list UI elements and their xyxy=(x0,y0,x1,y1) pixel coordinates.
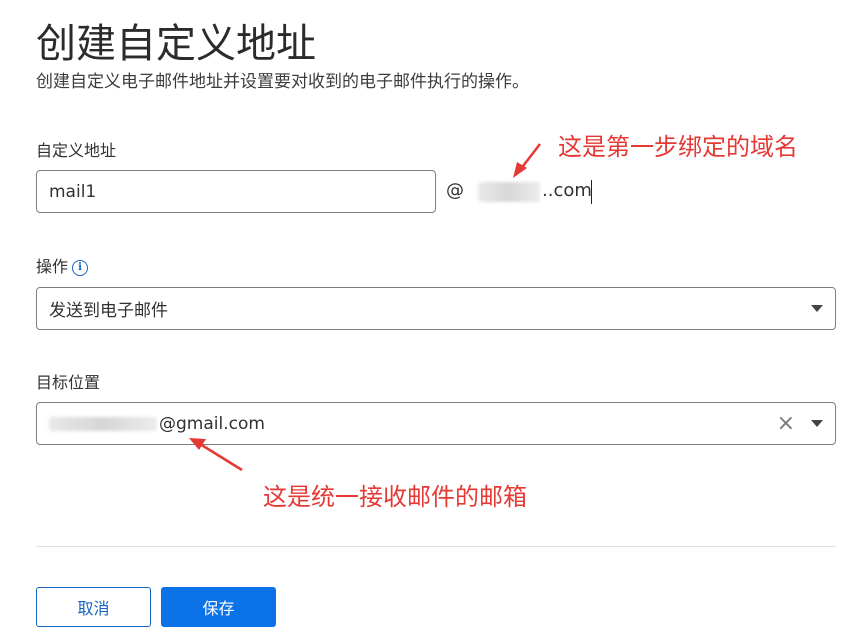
custom-address-label: 自定义地址 xyxy=(36,141,117,160)
domain-suffix: ..com xyxy=(542,180,592,201)
cancel-button[interactable]: 取消 xyxy=(36,587,151,627)
chevron-down-icon[interactable] xyxy=(811,305,823,312)
destination-select[interactable]: @gmail.com × xyxy=(36,402,836,445)
custom-address-input[interactable] xyxy=(36,170,436,213)
action-selected-value: 发送到电子邮件 xyxy=(49,301,168,321)
email-redacted xyxy=(49,416,157,431)
action-label: 操作 xyxy=(36,257,69,276)
page-title: 创建自定义地址 xyxy=(36,21,316,67)
close-icon[interactable]: × xyxy=(777,411,795,437)
annotation-domain-note: 这是第一步绑定的域名 xyxy=(558,133,798,161)
page-subtitle: 创建自定义电子邮件地址并设置要对收到的电子邮件执行的操作。 xyxy=(36,72,529,92)
text-caret xyxy=(591,180,592,204)
action-select[interactable]: 发送到电子邮件 xyxy=(36,287,836,330)
domain-redacted xyxy=(478,182,540,202)
chevron-down-icon[interactable] xyxy=(811,420,823,427)
at-sign: @ xyxy=(446,180,464,201)
action-label-row: 操作 i xyxy=(36,256,89,278)
info-icon[interactable]: i xyxy=(72,259,89,276)
save-button[interactable]: 保存 xyxy=(161,587,276,627)
annotation-inbox-note: 这是统一接收邮件的邮箱 xyxy=(263,483,527,511)
divider xyxy=(36,546,836,547)
destination-label: 目标位置 xyxy=(36,373,101,392)
destination-value: @gmail.com xyxy=(159,413,265,434)
